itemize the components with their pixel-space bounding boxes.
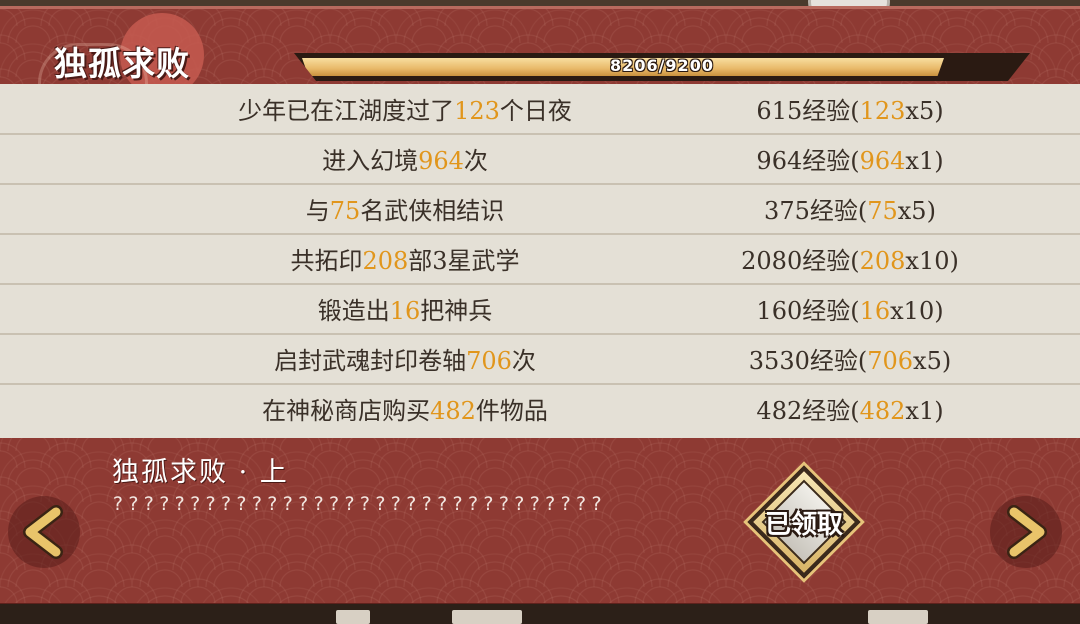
- achievement-exp: 3530经验(706x5): [748, 347, 952, 375]
- chevron-right-icon: [1007, 505, 1047, 559]
- achievement-row: 锻造出16把神兵 160经验(16x10): [0, 287, 1080, 335]
- bottom-strip: [0, 604, 1080, 624]
- achievement-row: 进入幻境964次 964经验(964x1): [0, 137, 1080, 185]
- exp-progress-text: 8206/9200: [610, 56, 714, 75]
- bottom-tile: [868, 610, 928, 624]
- next-button[interactable]: [990, 496, 1062, 568]
- achievement-row: 启封武魂封印卷轴706次 3530经验(706x5): [0, 337, 1080, 385]
- achievement-exp: 964经验(964x1): [756, 147, 944, 175]
- chevron-left-icon: [23, 505, 63, 559]
- claimed-badge: 已领取: [747, 465, 861, 579]
- bottom-tile: [336, 610, 370, 624]
- achievement-exp: 375经验(75x5): [764, 197, 936, 225]
- achievement-row: 在神秘商店购买482件物品 482经验(482x1): [0, 387, 1080, 435]
- claimed-label: 已领取: [764, 510, 843, 540]
- bottom-tile: [452, 610, 522, 624]
- achievement-row: 少年已在江湖度过了123个日夜 615经验(123x5): [0, 87, 1080, 135]
- quest-title: 独孤求败 · 上: [112, 457, 289, 488]
- panel-title: 独孤求败: [54, 44, 190, 83]
- prev-button[interactable]: [8, 496, 80, 568]
- achievement-exp: 482经验(482x1): [756, 397, 944, 425]
- achievement-exp: 2080经验(208x10): [741, 247, 959, 275]
- achievement-row: 共拓印208部3星武学 2080经验(208x10): [0, 237, 1080, 285]
- quest-description: ????????????????????????????????: [112, 493, 607, 515]
- achievement-row: 与75名武侠相结识 375经验(75x5): [0, 187, 1080, 235]
- exp-progress-bar: 8206/9200: [294, 53, 1030, 81]
- achievement-exp: 160经验(16x10): [756, 297, 944, 325]
- achievement-exp: 615经验(123x5): [756, 97, 944, 125]
- achievement-list: 少年已在江湖度过了123个日夜 615经验(123x5) 进入幻境964次 96…: [0, 84, 1080, 438]
